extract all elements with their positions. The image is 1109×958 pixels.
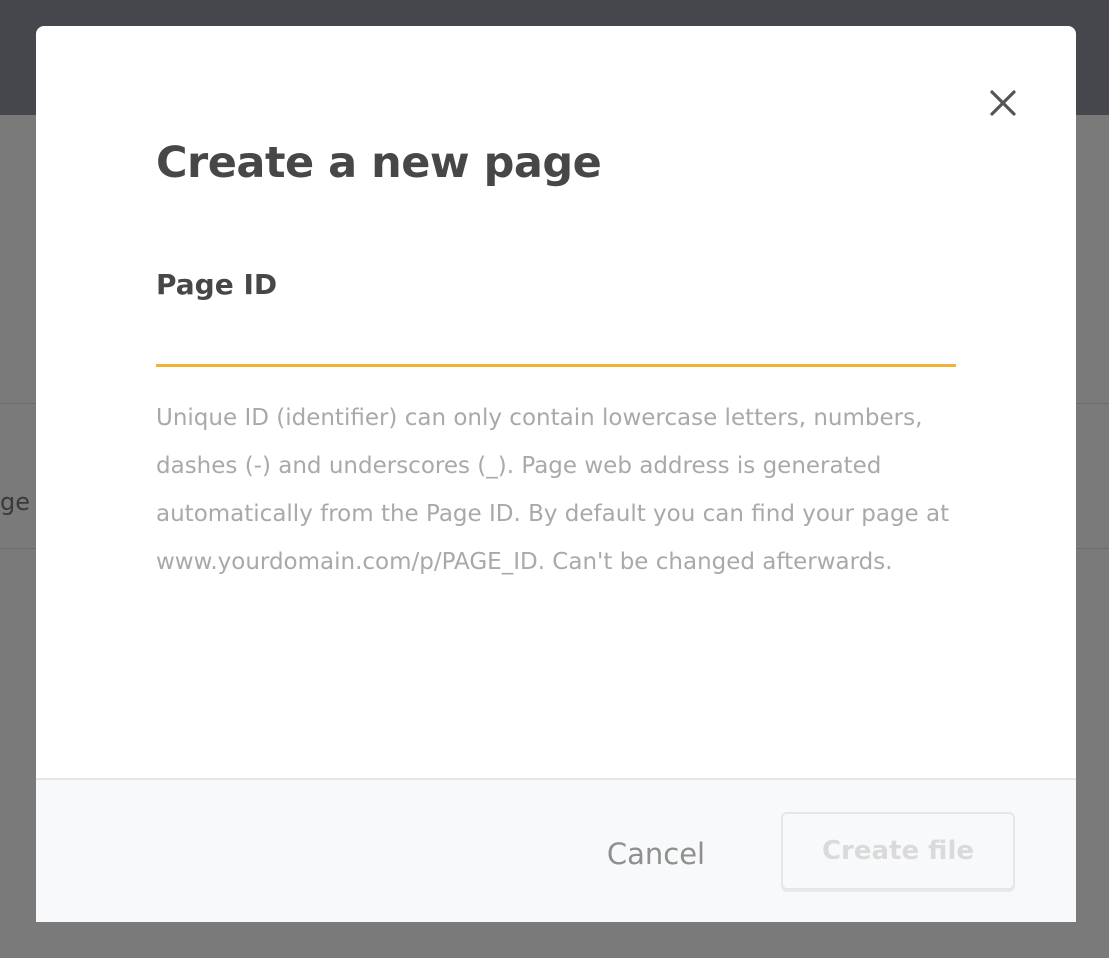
create-file-button[interactable]: Create file [781, 812, 1015, 890]
close-button[interactable] [986, 86, 1020, 120]
create-page-dialog: Create a new page Page ID Unique ID (ide… [36, 26, 1076, 922]
page-id-help-text: Unique ID (identifier) can only contain … [156, 405, 950, 575]
background-text-fragment: ge [0, 488, 30, 516]
page-id-input[interactable] [156, 326, 956, 367]
page-id-label: Page ID [156, 268, 278, 301]
dialog-title: Create a new page [156, 138, 602, 188]
cancel-button[interactable]: Cancel [581, 826, 731, 882]
dialog-footer: Cancel Create file [36, 778, 1076, 922]
close-icon [990, 90, 1016, 116]
